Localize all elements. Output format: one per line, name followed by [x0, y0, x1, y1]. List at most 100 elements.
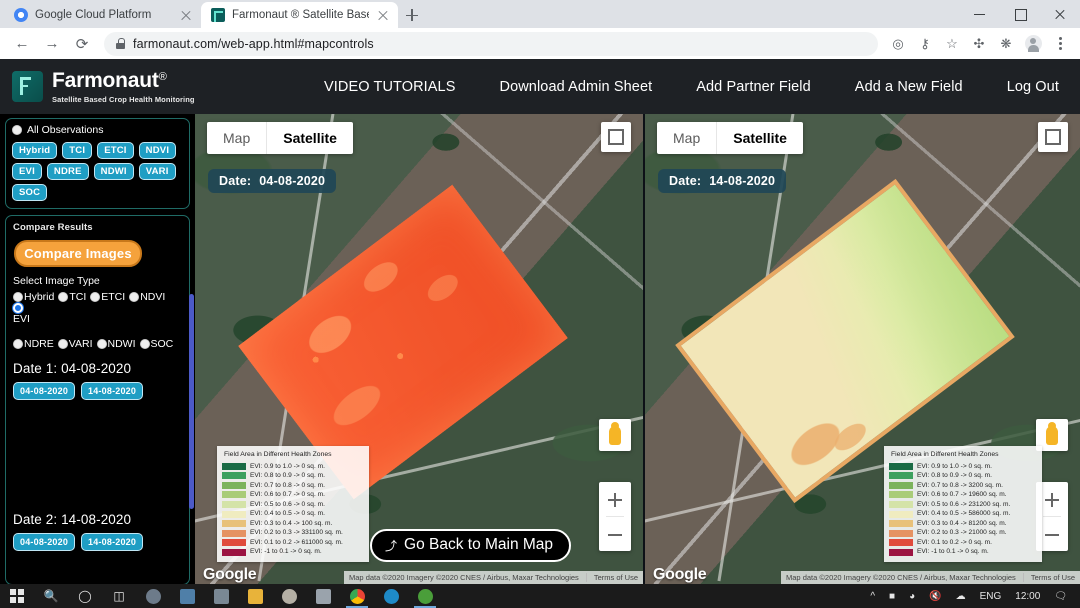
map-panel-left[interactable]: Map Satellite Date: 04-08-2020 Field Are…: [195, 114, 645, 584]
attribution-text: Map data ©2020 Imagery ©2020 CNES / Airb…: [786, 573, 1016, 582]
profile-avatar[interactable]: [1021, 32, 1045, 56]
image-type-option-evi[interactable]: [13, 303, 23, 313]
fullscreen-icon-left[interactable]: [601, 122, 631, 152]
date2-button-04-08-2020[interactable]: 04-08-2020: [13, 533, 76, 551]
wifi-icon[interactable]: ◕: [902, 584, 922, 608]
nav-link-log-out[interactable]: Log Out: [985, 79, 1080, 95]
legend-label: EVI: 0.8 to 0.9 -> 0 sq. m.: [917, 472, 992, 480]
all-observations-option[interactable]: All Observations: [12, 124, 183, 136]
chip-vari[interactable]: VARI: [138, 163, 176, 180]
nav-link-video-tutorials[interactable]: VIDEO TUTORIALS: [302, 79, 478, 95]
notification-icon[interactable]: 🗨: [1047, 584, 1074, 608]
store-icon[interactable]: [170, 584, 204, 608]
radio-icon[interactable]: [96, 339, 107, 349]
edge-icon[interactable]: [374, 584, 408, 608]
browser-tab-google-cloud-platform[interactable]: Google Cloud Platform: [4, 2, 201, 28]
reload-icon[interactable]: ⟳: [68, 30, 96, 58]
new-tab-button[interactable]: [398, 2, 426, 28]
nav-link-download-admin-sheet[interactable]: Download Admin Sheet: [478, 79, 675, 95]
image-type-option-tci[interactable]: TCI: [58, 291, 86, 303]
radio-icon-selected[interactable]: [13, 303, 23, 313]
crosshair-icon[interactable]: ✣: [967, 32, 991, 56]
volume-muted-icon[interactable]: 🔇: [922, 584, 948, 608]
sidebar-scrollbar[interactable]: [189, 294, 194, 509]
pegman-icon-left[interactable]: [599, 419, 631, 451]
chip-hybrid[interactable]: Hybrid: [12, 142, 58, 159]
radio-icon[interactable]: [57, 339, 68, 349]
address-bar[interactable]: farmonaut.com/web-app.html#mapcontrols: [104, 31, 878, 56]
task-view-icon[interactable]: ◫: [102, 584, 136, 608]
battery-icon[interactable]: ■: [882, 584, 902, 608]
explorer-icon[interactable]: [238, 584, 272, 608]
go-back-to-main-map-button[interactable]: ⤴ Go Back to Main Map: [370, 529, 572, 562]
zoom-in-button-left[interactable]: [599, 482, 631, 516]
chip-tci[interactable]: TCI: [62, 142, 93, 159]
chip-etci[interactable]: ETCI: [97, 142, 134, 159]
onedrive-icon[interactable]: ☁: [949, 584, 973, 608]
cortana-icon[interactable]: ◯: [68, 584, 102, 608]
terms-of-use-link-left[interactable]: Terms of Use: [585, 573, 638, 582]
window-close-icon[interactable]: [1040, 0, 1080, 28]
app-icon[interactable]: [136, 584, 170, 608]
back-icon[interactable]: ←: [8, 30, 36, 58]
image-type-option-hybrid[interactable]: Hybrid: [13, 291, 54, 303]
radio-icon[interactable]: [139, 339, 150, 349]
map-type-satellite-right[interactable]: Satellite: [716, 122, 803, 154]
radio-icon[interactable]: [90, 292, 101, 302]
radio-icon[interactable]: [129, 292, 140, 302]
fullscreen-icon-right[interactable]: [1038, 122, 1068, 152]
key-icon[interactable]: ⚷: [913, 32, 937, 56]
clock[interactable]: 12:00: [1008, 584, 1047, 608]
windows-start-icon[interactable]: [0, 584, 34, 608]
map-type-satellite-left[interactable]: Satellite: [266, 122, 353, 154]
radio-icon[interactable]: [12, 125, 22, 135]
browser-tab-farmonaut[interactable]: Farmonaut ® Satellite Based Cro: [201, 2, 398, 28]
nav-link-add-a-new-field[interactable]: Add a New Field: [833, 79, 985, 95]
close-icon[interactable]: [179, 8, 193, 22]
maximize-icon[interactable]: [1000, 0, 1040, 28]
puzzle-icon[interactable]: ❋: [994, 32, 1018, 56]
date1-button-04-08-2020[interactable]: 04-08-2020: [13, 382, 76, 400]
radio-icon[interactable]: [13, 339, 23, 349]
nav-link-add-partner-field[interactable]: Add Partner Field: [674, 79, 833, 95]
radio-icon[interactable]: [13, 292, 23, 302]
legend-row: EVI: 0.5 to 0.6 -> 0 sq. m.: [222, 500, 364, 510]
image-type-option-ndwi[interactable]: NDWI: [96, 338, 136, 350]
image-type-option-vari[interactable]: VARI: [57, 338, 93, 350]
chevron-up-icon[interactable]: ^: [863, 584, 882, 608]
app2-icon[interactable]: [408, 584, 442, 608]
language-indicator[interactable]: ENG: [973, 584, 1009, 608]
forward-icon[interactable]: →: [38, 30, 66, 58]
chip-ndwi[interactable]: NDWI: [93, 163, 134, 180]
map-panel-right[interactable]: Map Satellite Date: 14-08-2020 Field Are…: [645, 114, 1080, 584]
map-type-map-right[interactable]: Map: [657, 122, 716, 154]
chip-soc[interactable]: SOC: [12, 184, 48, 201]
map-type-map-left[interactable]: Map: [207, 122, 266, 154]
target-icon[interactable]: ◎: [886, 32, 910, 56]
chrome-icon[interactable]: [340, 584, 374, 608]
chip-ndvi[interactable]: NDVI: [138, 142, 177, 159]
legend-label: EVI: -1 to 0.1 -> 0 sq. m.: [250, 548, 322, 556]
date1-button-14-08-2020[interactable]: 14-08-2020: [81, 382, 144, 400]
terms-of-use-link-right[interactable]: Terms of Use: [1022, 573, 1075, 582]
mail-icon[interactable]: [204, 584, 238, 608]
google-watermark-left: Google: [203, 566, 257, 583]
paint-icon[interactable]: [272, 584, 306, 608]
radio-icon[interactable]: [58, 292, 69, 302]
image-type-option-soc[interactable]: SOC: [139, 338, 173, 350]
chip-ndre[interactable]: NDRE: [46, 163, 89, 180]
image-type-option-etci[interactable]: ETCI: [90, 291, 125, 303]
date2-button-14-08-2020[interactable]: 14-08-2020: [81, 533, 144, 551]
kebab-menu-icon[interactable]: [1048, 32, 1072, 56]
brand-logo[interactable]: Farmonaut® Satellite Based Crop Health M…: [0, 70, 194, 104]
minimize-icon[interactable]: [960, 0, 1000, 28]
zoom-out-button-left[interactable]: [599, 517, 631, 551]
chip-evi[interactable]: EVI: [12, 163, 42, 180]
image-type-option-ndre[interactable]: NDRE: [13, 338, 54, 350]
image-type-option-ndvi[interactable]: NDVI: [129, 291, 165, 303]
close-icon[interactable]: [376, 8, 390, 22]
news-icon[interactable]: [306, 584, 340, 608]
search-icon[interactable]: 🔍: [34, 584, 68, 608]
star-icon[interactable]: ☆: [940, 32, 964, 56]
compare-images-button[interactable]: Compare Images: [14, 240, 142, 267]
